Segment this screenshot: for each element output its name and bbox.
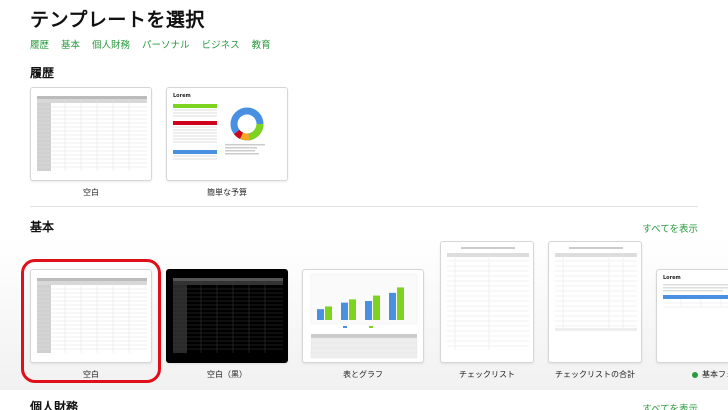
template-label: 空白 xyxy=(83,188,99,197)
category-education[interactable]: 教育 xyxy=(252,37,271,51)
section-title-recent: 履歴 xyxy=(30,66,55,80)
thumb-title: Lorem xyxy=(173,93,191,99)
see-all-basic-link[interactable]: すべてを表示 xyxy=(642,221,698,235)
chart-bar xyxy=(325,306,332,320)
chart-bar xyxy=(349,299,356,320)
section-divider xyxy=(30,206,698,207)
category-personal[interactable]: パーソナル xyxy=(142,37,190,51)
dark-spreadsheet-preview xyxy=(173,278,283,353)
category-recent[interactable]: 履歴 xyxy=(30,37,49,51)
chart-bar xyxy=(341,302,348,320)
template-thumb-checklist-total[interactable] xyxy=(548,241,642,363)
spreadsheet-preview xyxy=(37,278,147,353)
category-basic[interactable]: 基本 xyxy=(61,37,80,51)
section-title-personal-finance: 個人財務 xyxy=(30,400,79,410)
template-label: 空白（黒） xyxy=(207,370,247,379)
template-label: 空白 xyxy=(83,370,99,379)
template-label: チェックリストの合計 xyxy=(555,370,635,379)
chart-bar xyxy=(389,292,396,320)
template-label: チェックリスト xyxy=(459,370,515,379)
category-business[interactable]: ビジネス xyxy=(202,37,240,51)
checklist-total-preview xyxy=(555,247,637,331)
page-title: テンプレートを選択 xyxy=(30,9,205,31)
template-label: 簡単な予算 xyxy=(207,188,247,197)
template-thumb-basic-form[interactable]: Lorem xyxy=(656,269,728,363)
template-thumb-table-chart[interactable] xyxy=(302,269,424,363)
template-thumb-blank[interactable] xyxy=(30,269,152,363)
checklist-preview xyxy=(447,247,529,350)
chart-bar xyxy=(397,287,404,320)
template-thumb-simple-budget[interactable]: Lorem xyxy=(166,87,288,181)
bar-chart-preview xyxy=(310,273,418,359)
category-nav: 履歴 基本 個人財務 パーソナル ビジネス 教育 xyxy=(30,37,283,51)
budget-preview xyxy=(173,104,265,160)
see-all-personal-finance-link[interactable]: すべてを表示 xyxy=(642,401,698,410)
template-thumb-recent-blank[interactable] xyxy=(30,87,152,181)
thumb-title: Lorem xyxy=(663,275,681,281)
form-preview xyxy=(663,284,728,308)
section-title-basic: 基本 xyxy=(30,220,55,234)
chart-bar xyxy=(373,295,380,320)
template-thumb-blank-dark[interactable] xyxy=(166,269,288,363)
spreadsheet-preview xyxy=(37,96,147,171)
new-badge-dot xyxy=(692,371,698,378)
chart-bar xyxy=(365,301,372,320)
category-personal-finance[interactable]: 個人財務 xyxy=(92,37,130,51)
template-label: 基本フォ xyxy=(692,369,728,380)
chart-bar xyxy=(317,309,324,320)
template-thumb-checklist[interactable] xyxy=(440,241,534,363)
template-label: 表とグラフ xyxy=(343,370,383,379)
